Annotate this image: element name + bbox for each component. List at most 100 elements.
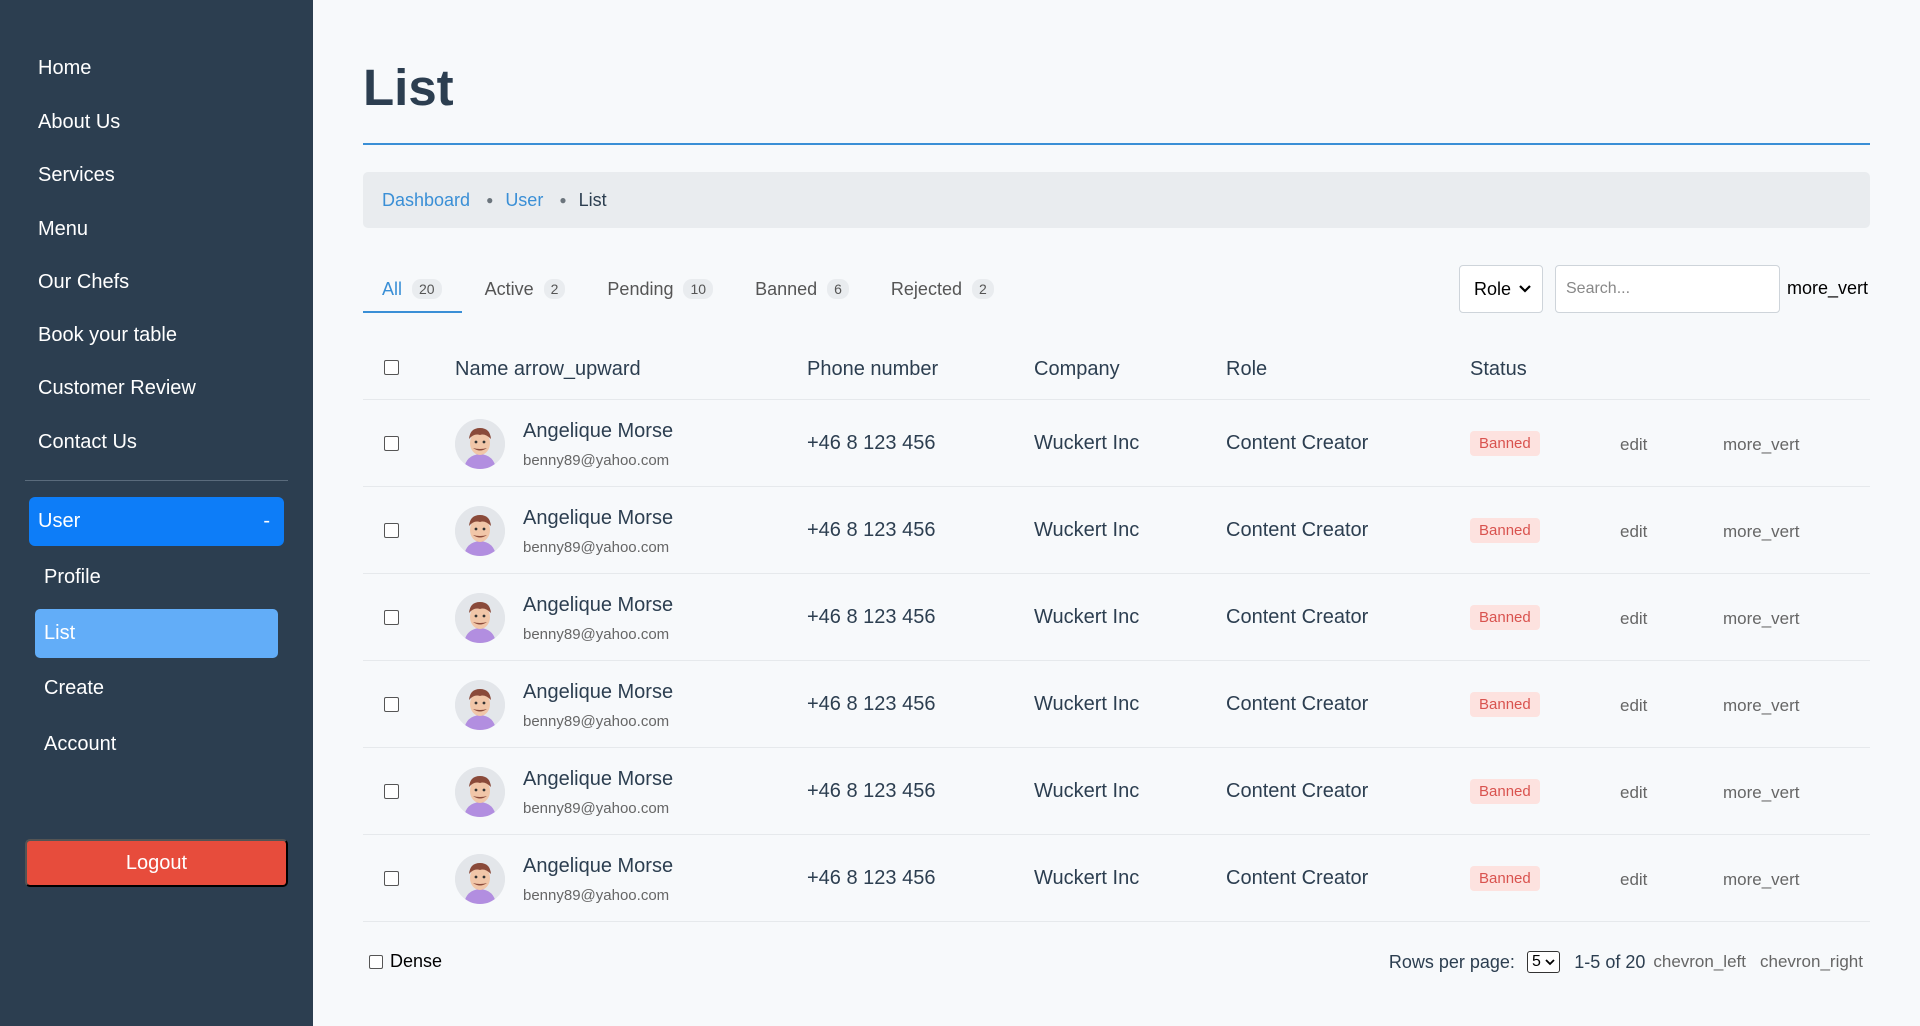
user-group-toggle[interactable]: User - (29, 497, 284, 546)
edit-button[interactable]: edit (1620, 696, 1647, 716)
previous-page-button[interactable]: chevron_left (1653, 952, 1746, 972)
tab-all[interactable]: All 20 (363, 266, 461, 312)
rows-per-page-label: Rows per page: (1388, 951, 1515, 972)
row-more-button[interactable]: more_vert (1723, 609, 1800, 629)
chevron-down-icon (1519, 285, 1531, 293)
table-row[interactable]: Angelique Morse benny89@yahoo.com +46 8 12… (363, 661, 1870, 748)
status-badge: Banned (1470, 518, 1540, 543)
active-tab-indicator (363, 311, 462, 313)
nav-link-contact-us[interactable]: Contact Us (38, 431, 137, 454)
avatar (455, 419, 505, 469)
nav-link-about-us[interactable]: About Us (38, 111, 120, 134)
role-filter-select[interactable]: Role (1459, 265, 1543, 313)
company-cell: Wuckert Inc (1034, 606, 1140, 628)
company-cell: Wuckert Inc (1034, 432, 1140, 454)
breadcrumb-user[interactable]: User (505, 190, 543, 211)
row-more-button[interactable]: more_vert (1723, 696, 1800, 716)
user-name: Angelique Morse (523, 681, 674, 703)
row-checkbox[interactable] (384, 871, 399, 886)
column-header-company[interactable]: Company (1034, 358, 1120, 381)
avatar (455, 767, 505, 817)
table-row[interactable]: Angelique Morse benny89@yahoo.com +46 8 12… (363, 487, 1870, 574)
sub-link-create[interactable]: Create (44, 677, 104, 700)
avatar (455, 506, 505, 556)
table-row[interactable]: Angelique Morse benny89@yahoo.com +46 8 12… (363, 400, 1870, 487)
nav-link-menu[interactable]: Menu (38, 218, 88, 241)
column-header-role[interactable]: Role (1226, 358, 1267, 381)
phone-cell: +46 8 123 456 (807, 780, 936, 802)
breadcrumb-current: List (578, 189, 607, 210)
column-header-status[interactable]: Status (1470, 358, 1527, 381)
avatar-icon (455, 593, 505, 643)
chevron-down-icon (1545, 959, 1555, 966)
company-cell: Wuckert Inc (1034, 519, 1140, 541)
avatar-icon (455, 506, 505, 556)
tab-count: 20 (412, 279, 442, 299)
phone-cell: +46 8 123 456 (807, 693, 936, 715)
column-header-name[interactable]: Name arrow_upward (455, 358, 641, 381)
toolbar-more-button[interactable]: more_vert (1787, 278, 1868, 299)
user-email: benny89@yahoo.com (523, 887, 670, 904)
title-divider (363, 143, 1870, 145)
table-row[interactable]: Angelique Morse benny89@yahoo.com +46 8 12… (363, 574, 1870, 661)
search-input[interactable] (1555, 265, 1780, 313)
user-email: benny89@yahoo.com (523, 626, 670, 643)
tab-count: 2 (971, 279, 994, 299)
select-all-checkbox[interactable] (384, 360, 399, 375)
collapse-indicator: - (263, 510, 270, 532)
row-more-button[interactable]: more_vert (1723, 870, 1800, 890)
edit-button[interactable]: edit (1620, 435, 1647, 455)
sub-link-profile[interactable]: Profile (44, 566, 101, 589)
avatar (455, 593, 505, 643)
breadcrumb-dashboard[interactable]: Dashboard (382, 190, 470, 211)
role-cell: Content Creator (1226, 780, 1369, 802)
avatar-icon (455, 854, 505, 904)
tab-label: Rejected (890, 278, 962, 299)
row-checkbox[interactable] (384, 436, 399, 451)
phone-cell: +46 8 123 456 (807, 519, 936, 541)
row-checkbox[interactable] (384, 697, 399, 712)
nav-link-our-chefs[interactable]: Our Chefs (38, 271, 129, 294)
status-badge: Banned (1470, 779, 1540, 804)
tab-label: All (382, 278, 403, 299)
nav-link-customer-review[interactable]: Customer Review (38, 377, 196, 400)
user-name: Angelique Morse (523, 768, 674, 790)
sub-link-list[interactable]: List (35, 609, 278, 658)
logout-button[interactable]: Logout (25, 839, 288, 887)
avatar (455, 680, 505, 730)
row-more-button[interactable]: more_vert (1723, 522, 1800, 542)
rows-per-page-value: 5 (1531, 953, 1541, 970)
role-cell: Content Creator (1226, 519, 1369, 541)
tab-rejected[interactable]: Rejected 2 (891, 266, 994, 312)
user-email: benny89@yahoo.com (523, 452, 670, 469)
table-row[interactable]: Angelique Morse benny89@yahoo.com +46 8 12… (363, 835, 1870, 922)
phone-cell: +46 8 123 456 (807, 432, 936, 454)
user-name: Angelique Morse (523, 507, 674, 529)
nav-link-services[interactable]: Services (38, 164, 115, 187)
dense-checkbox[interactable] (369, 954, 383, 969)
tab-pending[interactable]: Pending 10 (607, 266, 714, 312)
row-more-button[interactable]: more_vert (1723, 783, 1800, 803)
edit-button[interactable]: edit (1620, 522, 1647, 542)
dense-toggle[interactable]: Dense (369, 951, 442, 972)
edit-button[interactable]: edit (1620, 870, 1647, 890)
user-email: benny89@yahoo.com (523, 539, 670, 556)
next-page-button[interactable]: chevron_right (1760, 952, 1863, 972)
tab-count: 6 (827, 279, 849, 299)
row-more-button[interactable]: more_vert (1723, 435, 1800, 455)
tab-banned[interactable]: Banned 6 (755, 266, 849, 312)
row-checkbox[interactable] (384, 784, 399, 799)
nav-link-home[interactable]: Home (38, 57, 91, 80)
status-badge: Banned (1470, 605, 1540, 630)
column-header-phone[interactable]: Phone number (807, 358, 938, 381)
row-checkbox[interactable] (384, 610, 399, 625)
tab-active[interactable]: Active 2 (485, 266, 566, 312)
edit-button[interactable]: edit (1620, 783, 1647, 803)
avatar (455, 854, 505, 904)
sub-link-account[interactable]: Account (44, 733, 116, 756)
edit-button[interactable]: edit (1620, 609, 1647, 629)
nav-link-book-your-table[interactable]: Book your table (38, 324, 177, 347)
row-checkbox[interactable] (384, 523, 399, 538)
table-row[interactable]: Angelique Morse benny89@yahoo.com +46 8 12… (363, 748, 1870, 835)
rows-per-page-select[interactable]: 5 (1526, 951, 1561, 973)
